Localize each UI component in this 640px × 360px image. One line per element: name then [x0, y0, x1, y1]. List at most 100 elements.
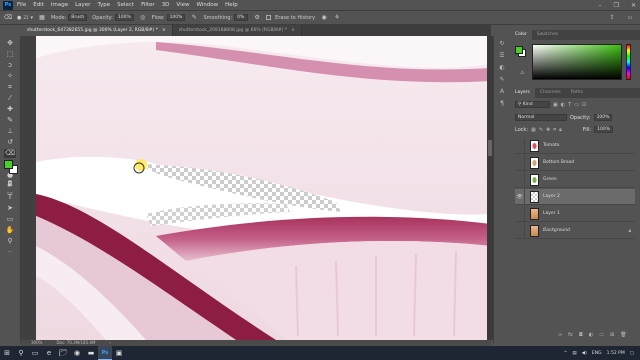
- quick-mask-icon[interactable]: ◘: [4, 179, 16, 188]
- filter-adjust-icon[interactable]: ◐: [561, 102, 565, 108]
- link-layers-icon[interactable]: ∞: [558, 332, 562, 338]
- filter-shape-icon[interactable]: ▭: [574, 102, 579, 108]
- folder-icon[interactable]: ▬: [84, 346, 98, 360]
- healing-tool-icon[interactable]: ✚: [4, 105, 16, 114]
- layer-row[interactable]: Green: [515, 171, 635, 188]
- scrollbar-thumb[interactable]: [488, 140, 492, 156]
- tab-swatches[interactable]: Swatches: [532, 30, 564, 40]
- pressure-opacity-icon[interactable]: ◎: [139, 14, 147, 22]
- tab-document-1[interactable]: shutterstock_647382655.jpg @ 300% (Layer…: [21, 25, 173, 36]
- close-button[interactable]: ✕: [631, 2, 636, 9]
- search-icon[interactable]: ⚲: [14, 346, 28, 360]
- lock-artboard-icon[interactable]: ⌗: [553, 127, 556, 133]
- blend-mode-dropdown[interactable]: Normal: [515, 114, 567, 121]
- lock-all-icon[interactable]: 🔒︎: [559, 127, 562, 133]
- crop-tool-icon[interactable]: ⌗: [4, 83, 16, 92]
- paragraph-panel-icon[interactable]: ¶: [498, 100, 506, 108]
- visibility-off-icon[interactable]: [515, 222, 525, 239]
- layer-opacity-field[interactable]: 100%: [593, 114, 613, 121]
- start-icon[interactable]: ⊞: [0, 346, 14, 360]
- properties-panel-icon[interactable]: ☰: [498, 52, 506, 60]
- volume-icon[interactable]: ◀): [582, 351, 587, 356]
- erase-to-history-checkbox[interactable]: Erase to History: [266, 15, 315, 21]
- clock[interactable]: 1:52 PM: [607, 351, 625, 356]
- chrome-icon[interactable]: ◉: [70, 346, 84, 360]
- foreground-color-swatch[interactable]: [4, 160, 13, 169]
- eyedropper-tool-icon[interactable]: ⁄: [4, 94, 16, 103]
- character-panel-icon[interactable]: A: [498, 88, 506, 96]
- opacity-field[interactable]: 100%: [114, 14, 134, 21]
- layer-mask-icon[interactable]: ◘: [579, 332, 583, 338]
- fill-field[interactable]: 100%: [594, 126, 613, 133]
- menu-file[interactable]: File: [17, 2, 26, 8]
- menu-select[interactable]: Select: [117, 2, 134, 8]
- zoom-tool-icon[interactable]: ⚲: [4, 237, 16, 246]
- visibility-off-icon[interactable]: [515, 171, 525, 188]
- gamut-warning-icon[interactable]: ⚠: [520, 70, 524, 76]
- marquee-tool-icon[interactable]: ⬚: [4, 50, 16, 59]
- eye-icon[interactable]: 👁︎: [515, 188, 525, 205]
- lasso-tool-icon[interactable]: ↄ: [4, 61, 16, 70]
- kind-filter-dropdown[interactable]: ⚲ Kind: [515, 101, 550, 108]
- path-select-tool-icon[interactable]: ➤: [4, 204, 16, 213]
- layer-name[interactable]: Green: [543, 177, 557, 182]
- layer-row[interactable]: Bottom Bread: [515, 154, 635, 171]
- visibility-off-icon[interactable]: [515, 205, 525, 222]
- layer-name[interactable]: Bottom Bread: [543, 160, 574, 165]
- menu-edit[interactable]: Edit: [33, 2, 44, 8]
- layer-name[interactable]: Background: [543, 228, 570, 233]
- file-explorer-icon[interactable]: 📁︎: [56, 346, 70, 360]
- new-layer-icon[interactable]: ⊞: [610, 332, 614, 338]
- brush-panel-icon[interactable]: ✎: [498, 76, 506, 84]
- adjustment-layer-icon[interactable]: ◐: [589, 332, 593, 338]
- layer-row-selected[interactable]: 👁︎ Layer 2: [515, 188, 635, 205]
- delete-layer-icon[interactable]: 🗑︎: [620, 332, 626, 338]
- language-indicator[interactable]: ENG: [592, 351, 602, 356]
- share-icon[interactable]: ⇪: [608, 14, 616, 22]
- history-panel-icon[interactable]: ↻: [498, 40, 506, 48]
- filter-smart-icon[interactable]: ⊡: [582, 102, 586, 108]
- quick-select-tool-icon[interactable]: ✧: [4, 72, 16, 81]
- eraser-tool-icon[interactable]: ⌫: [4, 149, 16, 158]
- brush-tool-icon[interactable]: ✎: [4, 116, 16, 125]
- layer-row[interactable]: Layer 1: [515, 205, 635, 222]
- task-view-icon[interactable]: ▭: [28, 346, 42, 360]
- tab-close-icon[interactable]: ×: [291, 25, 295, 36]
- lock-pixels-icon[interactable]: ▦: [531, 127, 536, 133]
- eraser-tool-icon[interactable]: ⌫: [4, 14, 12, 22]
- layer-name[interactable]: Tomato: [543, 143, 559, 148]
- screen-mode-icon[interactable]: ▭: [4, 189, 16, 198]
- hue-slider[interactable]: [626, 44, 631, 80]
- network-icon[interactable]: ▤: [572, 351, 576, 356]
- pressure-size-icon[interactable]: ◉: [320, 14, 328, 22]
- menu-3d[interactable]: 3D: [162, 2, 170, 8]
- notifications-icon[interactable]: ▢: [630, 351, 634, 356]
- menu-layer[interactable]: Layer: [75, 2, 90, 8]
- photoshop-taskbar-icon[interactable]: Ps: [98, 346, 112, 360]
- layer-row[interactable]: Background 🔒︎: [515, 222, 635, 239]
- tray-arrow-icon[interactable]: ^: [564, 351, 568, 356]
- shape-tool-icon[interactable]: ▭: [4, 215, 16, 224]
- minimize-button[interactable]: –: [599, 2, 602, 9]
- color-panel-foreground-swatch[interactable]: [515, 46, 523, 54]
- tab-paths[interactable]: Paths: [566, 88, 588, 98]
- menu-filter[interactable]: Filter: [141, 2, 155, 8]
- color-picker-field[interactable]: [532, 44, 622, 80]
- menu-view[interactable]: View: [176, 2, 189, 8]
- menu-help[interactable]: Help: [225, 2, 238, 8]
- layer-style-icon[interactable]: fx: [568, 332, 573, 338]
- menu-type[interactable]: Type: [97, 2, 110, 8]
- document-canvas[interactable]: [36, 36, 491, 340]
- menu-window[interactable]: Window: [196, 2, 218, 8]
- mode-dropdown[interactable]: Brush: [68, 14, 88, 21]
- tab-layers[interactable]: Layers: [510, 88, 535, 98]
- layer-row[interactable]: Tomato: [515, 137, 635, 154]
- history-brush-tool-icon[interactable]: ↺: [4, 138, 16, 147]
- canvas-area[interactable]: [21, 36, 491, 343]
- visibility-off-icon[interactable]: [515, 137, 525, 154]
- more-tools-icon[interactable]: ···: [4, 248, 16, 257]
- menu-image[interactable]: Image: [51, 2, 68, 8]
- brush-settings-icon[interactable]: ▦: [38, 14, 46, 22]
- hand-tool-icon[interactable]: ✋: [4, 226, 16, 235]
- tab-document-2[interactable]: shutterstock_209188808.jpg @ 66% (RGB/8#…: [172, 25, 302, 36]
